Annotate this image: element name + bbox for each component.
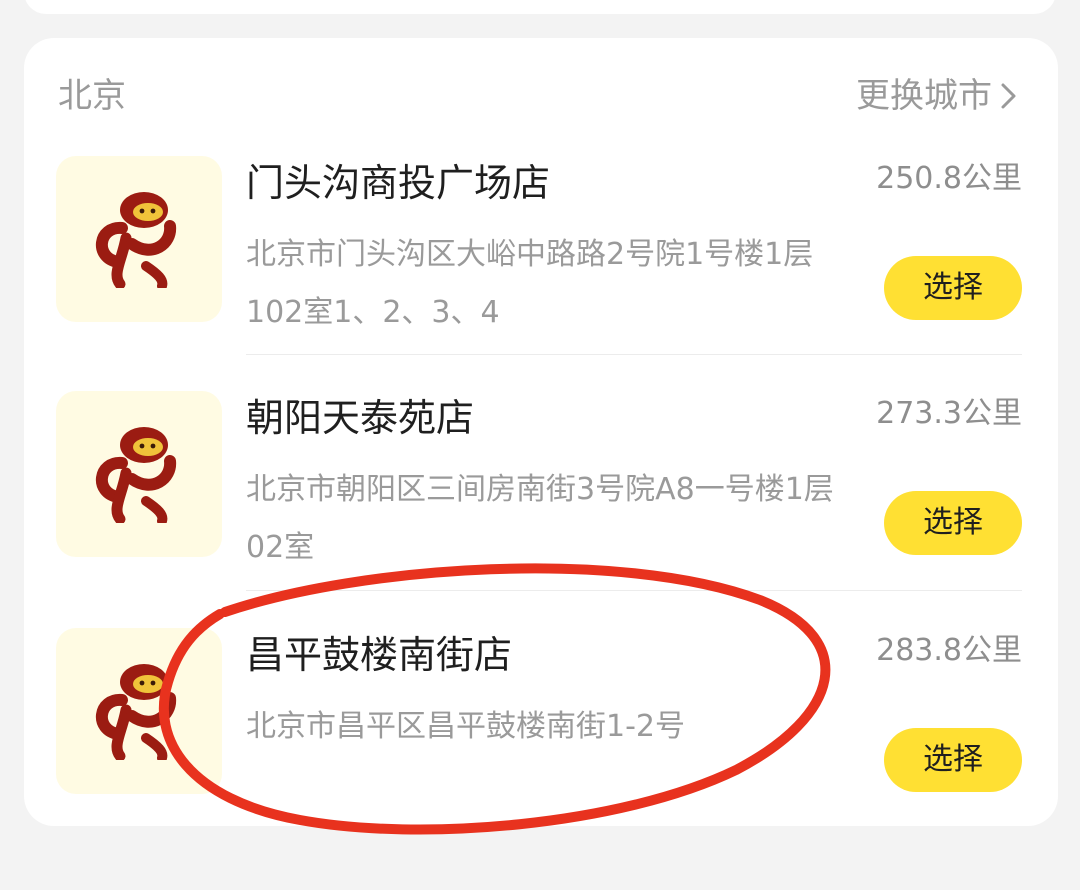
store-distance: 250.8公里 [876, 161, 1022, 196]
previous-card-edge [24, 0, 1056, 14]
select-store-button[interactable]: 选择 [884, 256, 1022, 320]
select-store-button[interactable]: 选择 [884, 728, 1022, 792]
select-store-button[interactable]: 选择 [884, 491, 1022, 555]
store-address: 北京市朝阳区三间房南街3号院A8一号楼1层02室 [246, 472, 834, 565]
change-city-button[interactable]: 更换城市 [856, 74, 1020, 118]
store-item-2[interactable]: 朝阳天泰苑店 273.3公里 北京市朝阳区三间房南街3号院A8一号楼1层02室 … [24, 391, 1058, 627]
monkey-logo-icon [95, 192, 177, 288]
store-distance: 273.3公里 [876, 396, 1022, 431]
store-logo [56, 156, 222, 322]
monkey-logo-icon [95, 664, 177, 760]
change-city-label: 更换城市 [856, 76, 992, 116]
divider [246, 354, 1022, 355]
store-list-card: 北京 更换城市 门头沟商投广场店 250.8公里 北京市门头沟区大峪中路路2号院… [24, 38, 1058, 826]
current-city-label: 北京 [58, 76, 126, 116]
store-name: 朝阳天泰苑店 [246, 396, 475, 440]
store-item-1[interactable]: 门头沟商投广场店 250.8公里 北京市门头沟区大峪中路路2号院1号楼1层102… [24, 156, 1058, 392]
store-name: 昌平鼓楼南街店 [246, 633, 513, 677]
monkey-logo-icon [95, 427, 177, 523]
store-address: 北京市昌平区昌平鼓楼南街1-2号 [246, 709, 685, 744]
store-address: 北京市门头沟区大峪中路路2号院1号楼1层102室1、2、3、4 [246, 237, 814, 330]
store-logo [56, 628, 222, 794]
chevron-right-icon [998, 81, 1020, 111]
store-item-3[interactable]: 昌平鼓楼南街店 283.8公里 北京市昌平区昌平鼓楼南街1-2号 选择 [24, 628, 1058, 864]
store-logo [56, 391, 222, 557]
store-name: 门头沟商投广场店 [246, 161, 551, 205]
divider [246, 590, 1022, 591]
store-distance: 283.8公里 [876, 633, 1022, 668]
